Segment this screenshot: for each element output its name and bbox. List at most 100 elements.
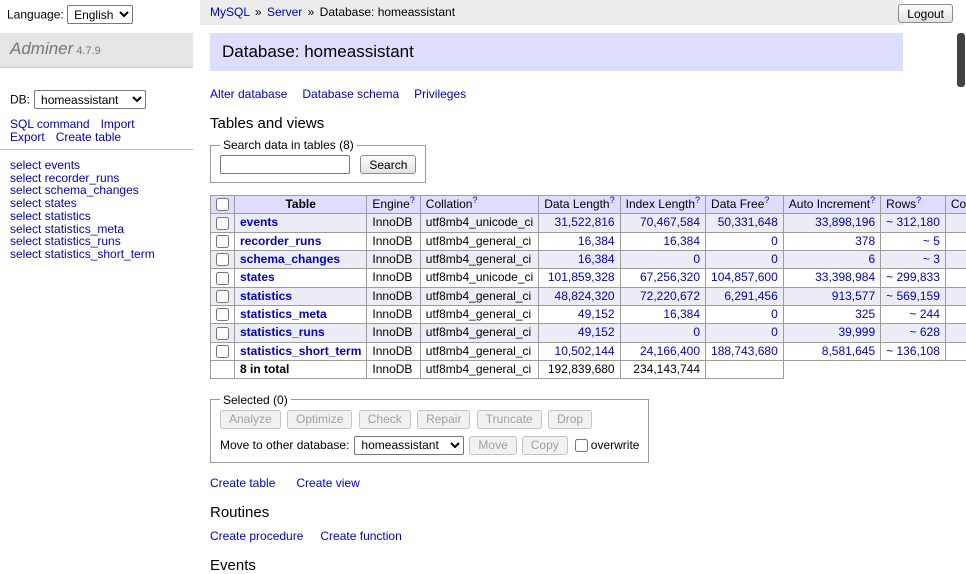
index-length-link[interactable]: 70,467,584 [640,215,700,229]
data-free-link[interactable]: 0 [771,307,778,321]
select-all-checkbox[interactable] [216,198,229,211]
rows-link[interactable]: ~ 5 [923,234,940,248]
index-length-link[interactable]: 16,384 [663,234,700,248]
auto-increment-link[interactable]: 913,577 [832,289,875,303]
logout-button[interactable]: Logout [898,4,953,23]
move-button[interactable]: Move [469,436,516,455]
breadcrumb-link-server[interactable]: Server [267,5,302,19]
data-free-link[interactable]: 104,857,600 [711,270,778,284]
row-checkbox[interactable] [216,235,229,248]
row-checkbox[interactable] [216,290,229,303]
table-name-link[interactable]: statistics_meta [240,307,327,321]
table-name-link[interactable]: statistics [240,289,292,303]
data-free-link[interactable]: 0 [771,252,778,266]
rows-link[interactable]: ~ 3 [923,252,940,266]
link-create-table[interactable]: Create table [210,476,275,490]
data-length-link[interactable]: 16,384 [578,234,615,248]
link-privileges[interactable]: Privileges [414,87,466,101]
repair-button[interactable]: Repair [417,410,470,429]
data-length-link[interactable]: 49,152 [578,307,615,321]
table-name-link[interactable]: states [240,270,275,284]
index-length-link[interactable]: 24,166,400 [640,344,700,358]
auto-increment-link[interactable]: 325 [855,307,875,321]
data-free-link[interactable]: 6,291,456 [724,289,777,303]
data-free-link[interactable]: 0 [771,234,778,248]
drop-button[interactable]: Drop [548,410,592,429]
language-select[interactable]: English [67,5,133,24]
index-length-link[interactable]: 72,220,672 [640,289,700,303]
help-link-rows[interactable]: ? [916,195,921,205]
data-length-link[interactable]: 16,384 [578,252,615,266]
row-checkbox[interactable] [216,327,229,340]
index-length-link[interactable]: 0 [693,252,700,266]
help-link-engine[interactable]: ? [410,195,415,205]
sidebar-item-select-states[interactable]: select states [10,197,193,210]
data-length-link[interactable]: 31,522,816 [555,215,615,229]
link-create-function[interactable]: Create function [320,529,401,543]
table-name-link[interactable]: statistics_short_term [240,344,361,358]
auto-increment-link[interactable]: 8,581,645 [822,344,875,358]
check-button[interactable]: Check [359,410,411,429]
row-checkbox[interactable] [216,272,229,285]
link-create-procedure[interactable]: Create procedure [210,529,303,543]
scrollbar-thumb[interactable] [957,33,965,87]
help-link-collation[interactable]: ? [472,195,477,205]
help-link-index-length[interactable]: ? [695,195,700,205]
auto-increment-link[interactable]: 6 [868,252,875,266]
sidebar-item-select-statistics[interactable]: select statistics [10,210,193,223]
optimize-button[interactable]: Optimize [287,410,352,429]
rows-link[interactable]: ~ 299,833 [886,270,940,284]
data-free-link[interactable]: 50,331,648 [718,215,778,229]
data-free-cell: 50,331,648 [706,214,784,232]
sidebar-link-create-table[interactable]: Create table [56,130,121,144]
db-select[interactable]: homeassistant [34,90,146,109]
truncate-button[interactable]: Truncate [477,410,542,429]
copy-button[interactable]: Copy [522,436,568,455]
breadcrumb-link-mysql[interactable]: MySQL [210,5,250,19]
move-db-select[interactable]: homeassistant [354,436,464,455]
auto-increment-link[interactable]: 33,898,196 [815,215,875,229]
table-name-link[interactable]: events [240,215,278,229]
auto-increment-link[interactable]: 378 [855,234,875,248]
sidebar-item-select-events[interactable]: select events [10,159,193,172]
link-database-schema[interactable]: Database schema [302,87,399,101]
adminer-logo[interactable]: Adminer [10,39,73,58]
rows-link[interactable]: ~ 244 [910,307,940,321]
link-create-view[interactable]: Create view [296,476,359,490]
index-length-link[interactable]: 67,256,320 [640,270,700,284]
rows-link[interactable]: ~ 569,159 [886,289,940,303]
auto-increment-link[interactable]: 39,999 [838,325,875,339]
index-length-link[interactable]: 0 [693,325,700,339]
auto-increment-link[interactable]: 33,398,984 [815,270,875,284]
search-input[interactable] [220,155,350,174]
sidebar-link-sql-command[interactable]: SQL command [10,117,90,131]
help-link-data-free[interactable]: ? [764,195,769,205]
row-checkbox[interactable] [216,308,229,321]
data-free-link[interactable]: 0 [771,325,778,339]
help-link-data-length[interactable]: ? [610,195,615,205]
data-free-link[interactable]: 188,743,680 [711,344,778,358]
sidebar-link-export[interactable]: Export [10,130,45,144]
data-length-link[interactable]: 49,152 [578,325,615,339]
table-name-link[interactable]: schema_changes [240,252,340,266]
index-length-link[interactable]: 16,384 [663,307,700,321]
search-button[interactable]: Search [360,155,416,174]
data-length-link[interactable]: 101,859,328 [548,270,615,284]
rows-link[interactable]: ~ 312,180 [886,215,940,229]
table-name-link[interactable]: statistics_runs [240,325,325,339]
row-checkbox[interactable] [216,217,229,230]
analyze-button[interactable]: Analyze [220,410,281,429]
data-length-link[interactable]: 10,502,144 [555,344,615,358]
rows-link[interactable]: ~ 628 [910,325,940,339]
row-checkbox[interactable] [216,345,229,358]
overwrite-label[interactable]: overwrite [591,438,640,452]
link-alter-database[interactable]: Alter database [210,87,287,101]
overwrite-checkbox[interactable] [575,439,588,452]
data-length-link[interactable]: 48,824,320 [555,289,615,303]
table-name-link[interactable]: recorder_runs [240,234,321,248]
rows-link[interactable]: ~ 136,108 [886,344,940,358]
sidebar-item-select-statistics-short-term[interactable]: select statistics_short_term [10,248,193,261]
help-link-auto-increment[interactable]: ? [870,195,875,205]
row-checkbox[interactable] [216,253,229,266]
sidebar-link-import[interactable]: Import [101,117,135,131]
